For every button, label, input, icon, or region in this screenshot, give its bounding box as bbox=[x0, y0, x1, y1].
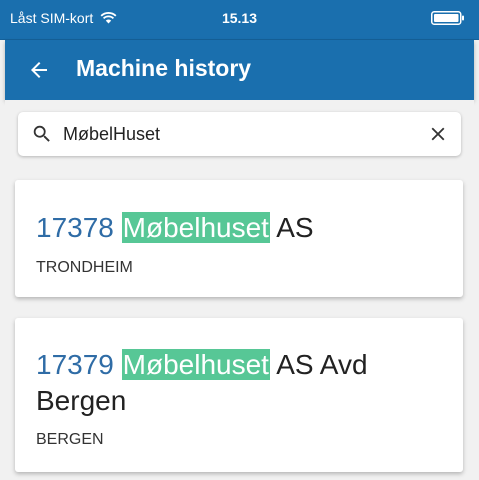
search-input[interactable] bbox=[63, 120, 413, 148]
search-icon bbox=[33, 125, 50, 142]
battery-icon bbox=[431, 11, 464, 25]
result-title: 17378 Møbelhuset AS bbox=[36, 208, 314, 248]
status-bar: Låst SIM-kort 15.13 bbox=[0, 0, 479, 40]
back-button[interactable] bbox=[21, 52, 57, 88]
result-name-rest-line2: Bergen bbox=[36, 385, 127, 416]
machine-number: 17378 bbox=[36, 212, 114, 243]
search-bar bbox=[18, 112, 461, 156]
result-title: 17379 Møbelhuset AS Avd bbox=[36, 345, 368, 385]
result-name-rest: AS bbox=[276, 212, 314, 243]
search-highlight: Møbelhuset bbox=[121, 349, 270, 380]
result-card[interactable]: 17378 Møbelhuset AS TRONDHEIM bbox=[15, 180, 463, 297]
result-title-line2: Bergen bbox=[36, 381, 126, 421]
clear-search-icon[interactable] bbox=[427, 123, 449, 145]
machine-number: 17379 bbox=[36, 349, 114, 380]
result-card[interactable]: 17379 Møbelhuset AS Avd Bergen BERGEN bbox=[15, 318, 463, 472]
result-city: BERGEN bbox=[36, 431, 104, 448]
search-highlight: Møbelhuset bbox=[121, 212, 270, 243]
page-title: Machine history bbox=[76, 55, 252, 81]
status-time: 15.13 bbox=[221, 10, 258, 26]
arrow-back-icon bbox=[31, 62, 47, 78]
results-content: 17378 Møbelhuset AS TRONDHEIM 17379 Møbe… bbox=[5, 100, 474, 480]
result-city: TRONDHEIM bbox=[36, 259, 133, 276]
result-name-rest: AS Avd bbox=[276, 349, 368, 380]
app-bar: Machine history bbox=[5, 40, 474, 100]
